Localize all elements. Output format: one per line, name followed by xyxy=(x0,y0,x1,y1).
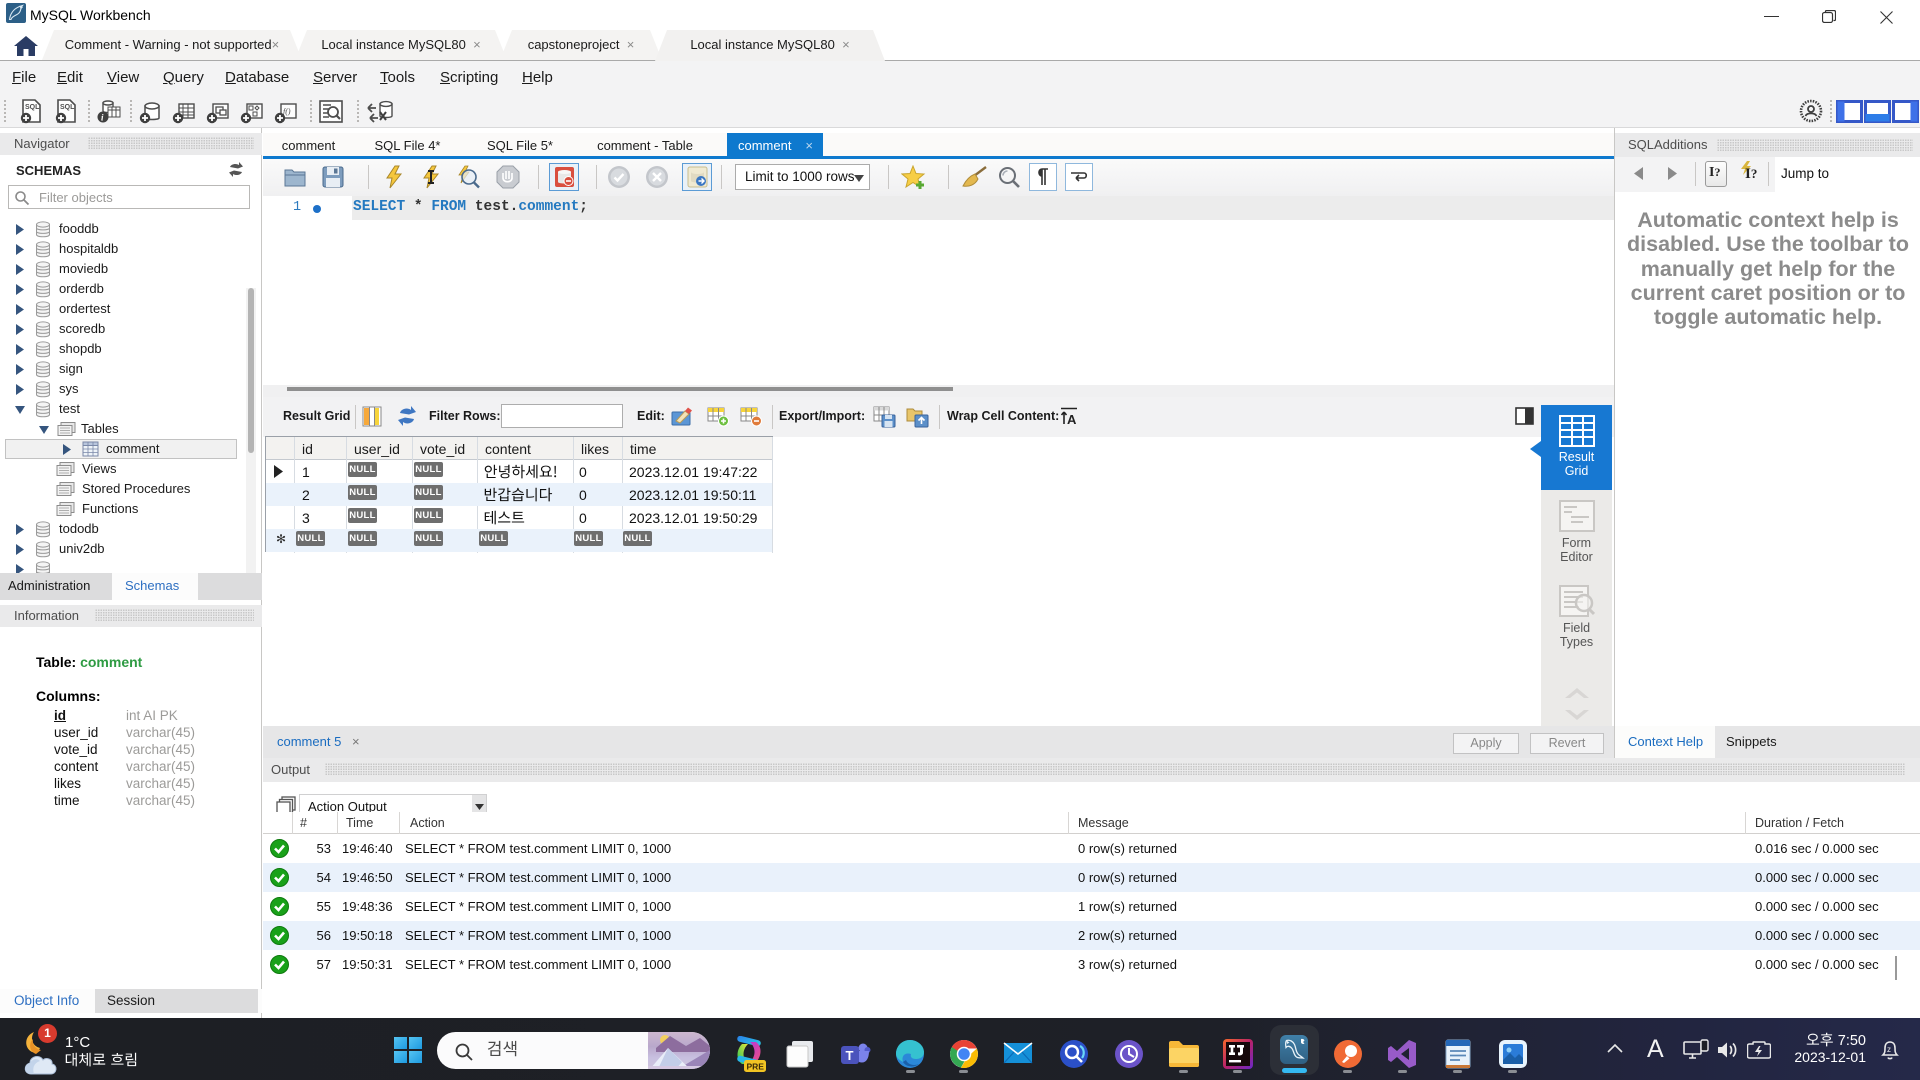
svg-text:T: T xyxy=(846,1048,854,1063)
svg-text:A: A xyxy=(1067,412,1077,426)
svg-text:PRE: PRE xyxy=(747,1062,765,1072)
svg-text:SQL: SQL xyxy=(25,104,40,111)
svg-text:SQL: SQL xyxy=(60,104,75,111)
svg-text:z: z xyxy=(1887,1045,1891,1054)
svg-text:f(): f() xyxy=(283,107,291,116)
